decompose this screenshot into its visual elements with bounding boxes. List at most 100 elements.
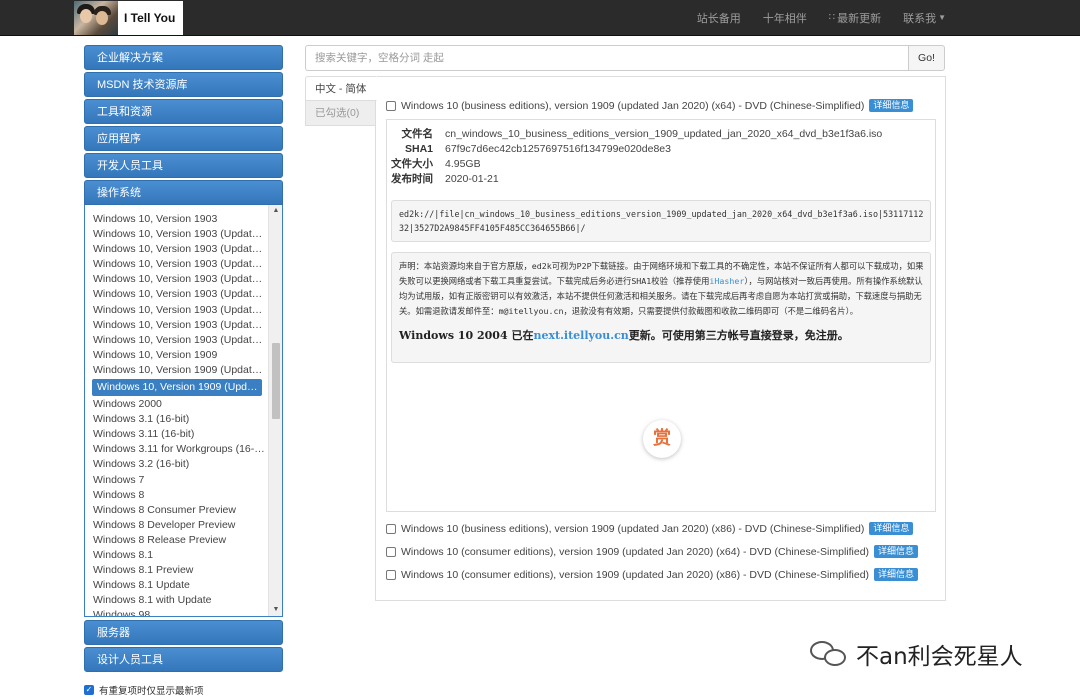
list-item[interactable]: Windows 98 bbox=[85, 608, 268, 616]
category-tools[interactable]: 工具和资源 bbox=[84, 99, 283, 124]
date-value: 2020-01-21 bbox=[445, 173, 499, 185]
category-dev-tools[interactable]: 开发人员工具 bbox=[84, 153, 283, 178]
list-item[interactable]: Windows 10, Version 1903 (Updated... bbox=[85, 287, 268, 302]
sha1-value: 67f9c7d6ec42cb1257697516f134799e020de8e3 bbox=[445, 143, 671, 155]
category-enterprise[interactable]: 企业解决方案 bbox=[84, 45, 283, 70]
nav-link-latest-label: 最新更新 bbox=[837, 12, 882, 25]
scroll-thumb[interactable] bbox=[272, 343, 280, 419]
category-os[interactable]: 操作系统 bbox=[84, 180, 283, 205]
download-item: Windows 10 (consumer editions), version … bbox=[386, 545, 919, 558]
list-item-selected[interactable]: Windows 10, Version 1909 (Updated... bbox=[92, 379, 262, 397]
list-item[interactable]: Windows 2000 bbox=[85, 397, 268, 412]
size-label: 文件大小 bbox=[391, 158, 433, 170]
nav-link-ten-years[interactable]: 十年相伴 bbox=[763, 10, 807, 26]
ed2k-link-box[interactable]: ed2k://|file|cn_windows_10_business_edit… bbox=[391, 200, 931, 242]
list-item[interactable]: Windows 10, Version 1903 (Updated... bbox=[85, 242, 268, 257]
watermark-text: 不an利会死星人 bbox=[856, 644, 1023, 670]
list-item[interactable]: Windows 10, Version 1903 (Updated... bbox=[85, 303, 268, 318]
item-title[interactable]: Windows 10 (consumer editions), version … bbox=[401, 546, 869, 558]
next-site-link[interactable]: next.itellyou.cn bbox=[533, 329, 628, 342]
wechat-icon bbox=[808, 639, 850, 669]
category-sidebar: 企业解决方案 MSDN 技术资源库 工具和资源 应用程序 开发人员工具 操作系统… bbox=[84, 45, 283, 674]
list-item[interactable]: Windows 8.1 bbox=[85, 548, 268, 563]
latest-only-option[interactable]: ✓ 有重复项时仅显示最新项 bbox=[84, 683, 204, 697]
details-button[interactable]: 详细信息 bbox=[869, 522, 914, 535]
item-checkbox[interactable] bbox=[386, 546, 396, 557]
checkbox-checked-icon[interactable]: ✓ bbox=[84, 685, 94, 695]
list-item[interactable]: Windows 10, Version 1903 bbox=[85, 212, 268, 227]
ihasher-link[interactable]: iHasher bbox=[709, 276, 744, 286]
list-item[interactable]: Windows 8.1 with Update bbox=[85, 593, 268, 608]
category-msdn[interactable]: MSDN 技术资源库 bbox=[84, 72, 283, 97]
brand-logo[interactable]: I Tell You bbox=[74, 0, 184, 35]
item-detail-box: 文件名 cn_windows_10_business_editions_versi… bbox=[386, 119, 936, 512]
category-applications[interactable]: 应用程序 bbox=[84, 126, 283, 151]
list-item[interactable]: Windows 10, Version 1903 (Updated... bbox=[85, 227, 268, 242]
search-go-button[interactable]: Go! bbox=[908, 45, 945, 71]
details-button[interactable]: 详细信息 bbox=[874, 545, 919, 558]
list-item[interactable]: Windows 10, Version 1903 (Updated... bbox=[85, 318, 268, 333]
os-version-list[interactable]: Windows 10, Version 1903 Windows 10, Vers… bbox=[84, 205, 283, 617]
brand-avatar-image bbox=[74, 0, 118, 35]
list-item[interactable]: Windows 7 bbox=[85, 473, 268, 488]
item-checkbox[interactable] bbox=[386, 569, 396, 580]
caret-down-icon: ▼ bbox=[938, 13, 946, 22]
list-item[interactable]: Windows 3.2 (16-bit) bbox=[85, 457, 268, 472]
list-item[interactable]: Windows 10, Version 1903 (Updated... bbox=[85, 272, 268, 287]
list-item[interactable]: Windows 3.1 (16-bit) bbox=[85, 412, 268, 427]
download-item: Windows 10 (consumer editions), version … bbox=[386, 568, 919, 581]
list-item[interactable]: Windows 8 Consumer Preview bbox=[85, 503, 268, 518]
disclaimer-box: 声明：本站资源均来自于官方原版，ed2k可视为P2P下载链接。由于网络环境和下载… bbox=[391, 252, 931, 363]
search-input[interactable] bbox=[305, 45, 908, 71]
list-item[interactable]: Windows 8.1 Update bbox=[85, 578, 268, 593]
list-item[interactable]: Windows 8 Developer Preview bbox=[85, 518, 268, 533]
category-designer-tools[interactable]: 设计人员工具 bbox=[84, 647, 283, 672]
watermark: 不an利会死星人 bbox=[808, 637, 1023, 671]
scroll-down-icon[interactable]: ▼ bbox=[269, 604, 282, 616]
file-meta: 文件名 cn_windows_10_business_editions_versi… bbox=[387, 127, 935, 187]
nav-link-contact-label: 联系我 bbox=[903, 12, 937, 25]
scroll-up-icon[interactable]: ▲ bbox=[269, 205, 282, 217]
item-checkbox[interactable] bbox=[386, 523, 396, 534]
nav-link-backup[interactable]: 站长备用 bbox=[697, 10, 741, 26]
category-servers[interactable]: 服务器 bbox=[84, 620, 283, 645]
download-panel: Windows 10 (business editions), version … bbox=[375, 76, 946, 601]
download-item: Windows 10 (business editions), version … bbox=[386, 522, 914, 535]
list-item[interactable]: Windows 10, Version 1903 (Updated... bbox=[85, 333, 268, 348]
list-item[interactable]: Windows 10, Version 1909 (Updated... bbox=[85, 363, 268, 378]
list-item[interactable]: Windows 3.11 (16-bit) bbox=[85, 427, 268, 442]
list-item[interactable]: Windows 10, Version 1903 (Updated... bbox=[85, 257, 268, 272]
latest-only-label: 有重复项时仅显示最新项 bbox=[99, 686, 204, 697]
announcement-post: 更新。可使用第三方帐号直接登录，免注册。 bbox=[628, 329, 849, 342]
nav-link-contact[interactable]: 联系我 ▼ bbox=[903, 10, 946, 26]
list-scrollbar[interactable]: ▲ ▼ bbox=[268, 205, 282, 616]
sha1-label: SHA1 bbox=[404, 143, 433, 155]
list-item[interactable]: Windows 8.1 Preview bbox=[85, 563, 268, 578]
list-item[interactable]: Windows 8 Release Preview bbox=[85, 533, 268, 548]
download-item: Windows 10 (business editions), version … bbox=[386, 99, 914, 112]
item-title[interactable]: Windows 10 (business editions), version … bbox=[401, 100, 864, 112]
brand-name: I Tell You bbox=[118, 0, 184, 35]
item-checkbox[interactable] bbox=[386, 100, 396, 111]
tab-checked[interactable]: 已勾选(0) bbox=[305, 101, 376, 126]
tab-chinese-simplified[interactable]: 中文 - 简体 bbox=[305, 76, 377, 101]
details-button[interactable]: 详细信息 bbox=[869, 99, 914, 112]
announcement: Windows 10 2004 已在next.itellyou.cn更新。可使用… bbox=[399, 328, 924, 343]
reward-button[interactable]: 赏 bbox=[643, 420, 681, 458]
disclaimer-text: 声明：本站资源均来自于官方原版，ed2k可视为P2P下载链接。由于网络环境和下载… bbox=[399, 259, 924, 319]
rss-icon: ∷ bbox=[828, 12, 836, 23]
list-item[interactable]: Windows 8 bbox=[85, 488, 268, 503]
details-button[interactable]: 详细信息 bbox=[874, 568, 919, 581]
nav-link-latest[interactable]: ∷ 最新更新 bbox=[829, 10, 881, 26]
list-item[interactable]: Windows 3.11 for Workgroups (16-bit) bbox=[85, 442, 268, 457]
filename-value: cn_windows_10_business_editions_version_… bbox=[445, 128, 883, 140]
size-value: 4.95GB bbox=[445, 158, 481, 170]
os-version-items: Windows 10, Version 1903 Windows 10, Vers… bbox=[85, 207, 268, 616]
date-label: 发布时间 bbox=[391, 173, 433, 185]
filename-label: 文件名 bbox=[401, 128, 434, 140]
item-title[interactable]: Windows 10 (business editions), version … bbox=[401, 523, 864, 535]
language-tabs: 中文 - 简体 已勾选(0) bbox=[305, 76, 377, 126]
list-item[interactable]: Windows 10, Version 1909 bbox=[85, 348, 268, 363]
item-title[interactable]: Windows 10 (consumer editions), version … bbox=[401, 569, 869, 581]
announcement-pre: Windows 10 2004 已在 bbox=[399, 329, 534, 342]
